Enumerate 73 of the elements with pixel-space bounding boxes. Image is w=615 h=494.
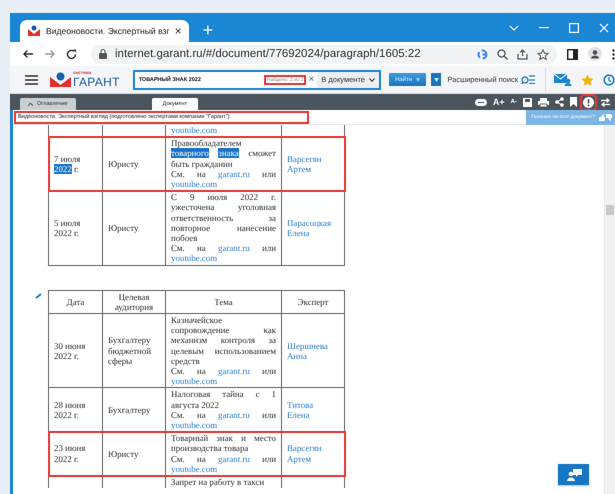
reader-icon[interactable] [474, 98, 487, 106]
chat-button[interactable] [558, 464, 589, 485]
logo-icon [50, 72, 71, 87]
column-header: Целевая аудитория [114, 292, 154, 312]
sidebar-icon[interactable] [567, 48, 578, 60]
caret-icon [416, 78, 420, 82]
search-list-icon [521, 75, 536, 84]
column-header: Тема [214, 296, 233, 307]
consultant-chat-icon [566, 468, 582, 480]
forward-arrow-icon[interactable] [44, 49, 56, 59]
print-icon[interactable] [538, 98, 549, 106]
date-text: 23 июня 2022 г. [54, 443, 86, 464]
browser-tab[interactable]: Видеоновости. Экспертный взг × [20, 20, 189, 42]
mail-user-icon[interactable] [554, 73, 572, 86]
lock-icon [99, 49, 107, 59]
history-icon[interactable] [602, 74, 615, 86]
swap-arrows-icon[interactable] [600, 98, 611, 106]
back-arrow-icon[interactable] [22, 49, 34, 59]
link[interactable]: youtube.com [171, 253, 218, 264]
maximize-icon[interactable] [569, 22, 579, 32]
reload-icon[interactable] [66, 48, 77, 60]
date-text: 30 июня 2022 г. [54, 340, 86, 361]
column-header: Дата [66, 296, 84, 307]
link[interactable]: garant.ru [218, 454, 250, 464]
topic-text: Товарный знак и место производства товара См. на garant.ru или youtube.com [171, 433, 276, 474]
profile-icon[interactable] [588, 47, 602, 61]
topic-text: С 9 июля 2022 г. ужесточена уголовная ответственность за повторное нанесение побоев См. на garant.ru или youtube.com [171, 192, 276, 264]
link[interactable]: garant.ru [218, 243, 250, 254]
tab-list-icon[interactable] [509, 24, 519, 30]
logo-text: ГАРАНТ [73, 76, 120, 88]
audience-text: Бухгалтеру [108, 404, 152, 415]
audience-text: Юристу [108, 158, 140, 169]
star-outline-icon[interactable] [537, 48, 549, 60]
save-icon[interactable] [523, 98, 532, 106]
caret-up-icon [28, 102, 33, 106]
audience-text: Юристу [108, 448, 140, 459]
clear-button[interactable]: × [308, 74, 314, 85]
zoom-icon[interactable] [497, 48, 508, 60]
star-icon[interactable] [580, 74, 594, 86]
date-text: 28 июня 2022 г. [54, 400, 86, 420]
audience-text: Бухгалтеру бюджетной сферы [108, 335, 152, 366]
link[interactable]: garant.ru [218, 410, 250, 420]
topic-text: Налоговая тайна с 1 августа 2022 См. на garant.ru или youtube.com [171, 389, 276, 430]
share-icon[interactable] [517, 48, 528, 60]
close-icon[interactable] [599, 22, 609, 32]
topic-text: Правообладателем товарного знака сможет быть гражданин См. на garant.ru или youtube.com [171, 138, 276, 190]
more-menu-icon[interactable] [612, 48, 615, 60]
bookmark-icon[interactable] [570, 97, 577, 107]
column-header: Эксперт [298, 296, 328, 307]
link[interactable]: youtube.com [171, 376, 218, 386]
options-button[interactable] [431, 73, 442, 86]
topic-text: Казначейское сопровождение как механизм контроля за целевым использованием средств См. на garant.ru или youtube.com [171, 315, 276, 386]
alert-icon[interactable] [583, 96, 594, 108]
link[interactable]: youtube.com [171, 464, 218, 474]
chevron-down-icon [368, 78, 375, 82]
audience-text: Юристу [108, 222, 140, 234]
thumbs-icon [598, 114, 612, 120]
topic-text: Запрет на работу в такси [171, 477, 266, 488]
date-text: 7 июля 2022 г. [54, 154, 82, 174]
link[interactable]: garant.ru [218, 168, 250, 179]
link[interactable]: youtube.com [171, 179, 218, 190]
tab-close-button[interactable]: × [174, 24, 182, 38]
new-tab-button[interactable]: + [202, 20, 214, 40]
date-text: 5 июля 2022 г. [54, 218, 82, 238]
link[interactable]: garant.ru [218, 366, 250, 376]
address-bar[interactable]: internet.garant.ru/#/document/77692024/paragraph/1605:22 [91, 44, 557, 64]
link[interactable]: youtube.com [171, 420, 218, 430]
menu-icon[interactable] [25, 74, 38, 84]
caret-icon [434, 78, 439, 82]
font-increase-button[interactable]: A+ [492, 98, 505, 106]
scrollbar[interactable] [604, 125, 615, 494]
minimize-icon[interactable] [539, 26, 549, 28]
site-logo-icon [27, 25, 41, 37]
